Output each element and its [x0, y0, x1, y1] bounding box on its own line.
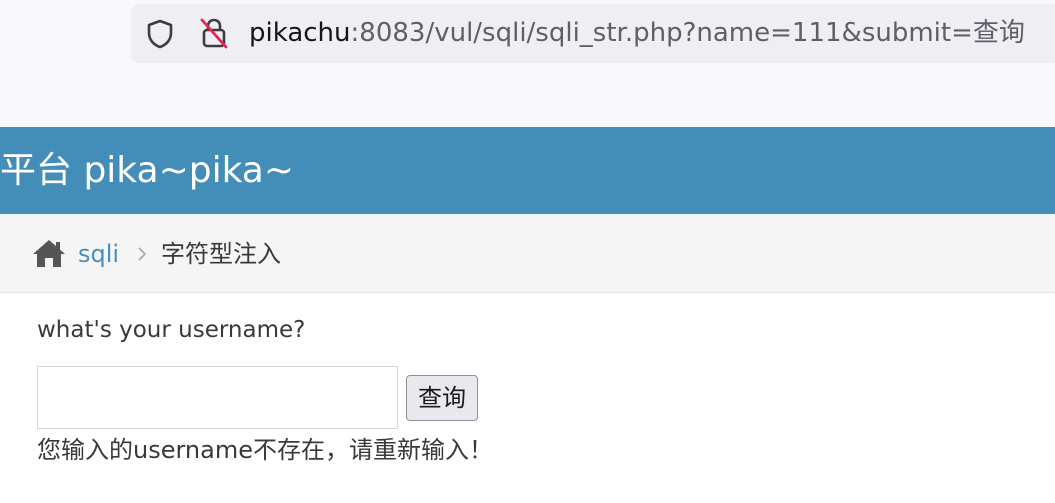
home-icon — [33, 240, 65, 267]
browser-toolbar: pikachu:8083/vul/sqli/sqli_str.php?name=… — [0, 0, 1055, 128]
url-path: :8083/vul/sqli/sqli_str.php?name=111&sub… — [350, 18, 1025, 48]
submit-button[interactable]: 查询 — [406, 375, 478, 421]
shield-icon[interactable] — [144, 18, 176, 50]
breadcrumb-link-sqli[interactable]: sqli — [78, 238, 119, 270]
lock-slash-icon[interactable] — [198, 16, 230, 50]
breadcrumb-current: 字符型注入 — [161, 240, 281, 268]
url-text[interactable]: pikachu:8083/vul/sqli/sqli_str.php?name=… — [249, 15, 1025, 51]
chevron-right-icon — [138, 247, 147, 261]
username-prompt: what's your username? — [37, 317, 306, 343]
breadcrumb: sqli 字符型注入 — [0, 214, 1055, 293]
site-header: 习平台 pika~pika~ — [0, 127, 1055, 214]
result-message: 您输入的username不存在，请重新输入！ — [37, 436, 493, 464]
url-host: pikachu — [249, 18, 351, 48]
site-title: 习平台 pika~pika~ — [0, 150, 295, 191]
username-input[interactable] — [37, 366, 398, 429]
